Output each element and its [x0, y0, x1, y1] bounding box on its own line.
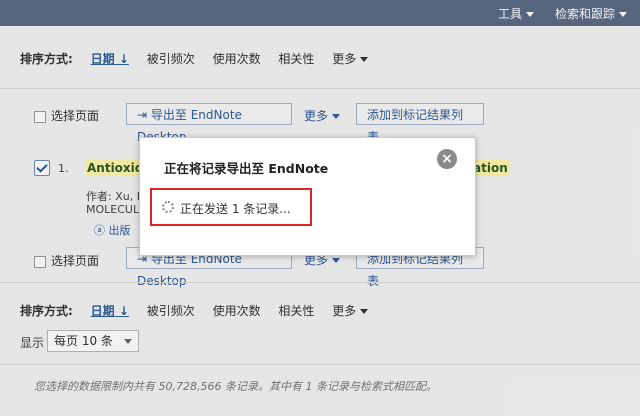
- modal-title: 正在将记录导出至 EndNote: [164, 161, 329, 176]
- close-icon[interactable]: ×: [437, 149, 457, 169]
- spinner-icon: [162, 201, 174, 213]
- export-modal: 正在将记录导出至 EndNote × 正在发送 1 条记录...: [139, 137, 476, 256]
- status-text: 正在发送 1 条记录...: [180, 202, 291, 216]
- status-box: 正在发送 1 条记录...: [150, 188, 312, 226]
